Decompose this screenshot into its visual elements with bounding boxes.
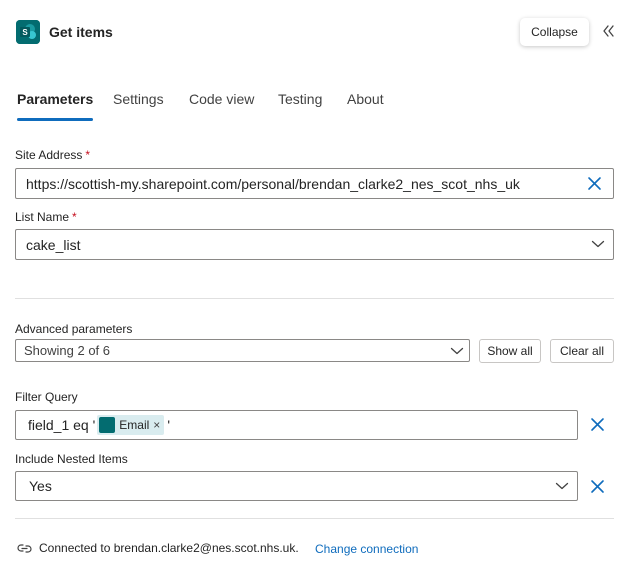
tab-about[interactable]: About [347, 88, 384, 122]
action-title: Get items [49, 24, 113, 40]
filter-query-prefix: field_1 eq ' [28, 417, 96, 433]
close-icon[interactable] [590, 479, 605, 494]
sharepoint-icon: S [16, 20, 40, 44]
filter-query-label: Filter Query [15, 390, 78, 404]
double-chevron-left-icon[interactable] [601, 24, 615, 38]
card-header: S Get items Collapse [0, 0, 622, 64]
chevron-down-icon[interactable] [450, 346, 464, 356]
chevron-down-icon[interactable] [591, 239, 605, 249]
connection-status: Connected to brendan.clarke2@nes.scot.nh… [39, 541, 299, 555]
close-icon[interactable] [590, 417, 605, 432]
advanced-parameters-dropdown[interactable]: Showing 2 of 6 [15, 339, 470, 362]
link-icon [17, 544, 32, 553]
section-divider [15, 298, 614, 299]
close-icon[interactable] [587, 176, 602, 191]
chevron-down-icon[interactable] [555, 481, 569, 491]
token-label: Email [119, 418, 150, 432]
list-name-dropdown[interactable]: cake_list [15, 229, 614, 260]
tab-settings[interactable]: Settings [113, 88, 164, 122]
show-all-button[interactable]: Show all [479, 339, 541, 363]
tab-parameters[interactable]: Parameters [17, 88, 94, 122]
tab-testing[interactable]: Testing [278, 88, 322, 122]
filter-query-suffix: ' [167, 417, 170, 433]
filter-query-input[interactable]: field_1 eq ' Email × ' [15, 410, 578, 440]
collapse-button[interactable]: Collapse [520, 18, 589, 46]
list-name-value: cake_list [26, 236, 81, 253]
include-nested-items-value: Yes [29, 478, 52, 494]
advanced-parameters-label: Advanced parameters [15, 322, 133, 336]
list-name-label: List Name * [15, 210, 77, 224]
sharepoint-icon [99, 417, 116, 433]
dynamic-content-token[interactable]: Email × [97, 415, 165, 435]
change-connection-link[interactable]: Change connection [315, 542, 418, 556]
site-address-label-text: Site Address [15, 148, 83, 162]
required-mark: * [72, 210, 77, 224]
include-nested-items-dropdown[interactable]: Yes [15, 471, 578, 501]
tab-code-view[interactable]: Code view [189, 88, 254, 122]
include-nested-items-label: Include Nested Items [15, 452, 128, 466]
footer-divider [15, 518, 614, 519]
clear-all-button[interactable]: Clear all [550, 339, 614, 363]
svg-text:S: S [22, 28, 28, 37]
token-remove-icon[interactable]: × [153, 418, 160, 432]
advanced-parameters-value: Showing 2 of 6 [24, 343, 111, 358]
site-address-input[interactable]: https://scottish-my.sharepoint.com/perso… [15, 168, 614, 199]
required-mark: * [85, 148, 91, 162]
list-name-label-text: List Name [15, 210, 70, 224]
site-address-label: Site Address * [15, 148, 90, 162]
site-address-value: https://scottish-my.sharepoint.com/perso… [26, 175, 520, 192]
